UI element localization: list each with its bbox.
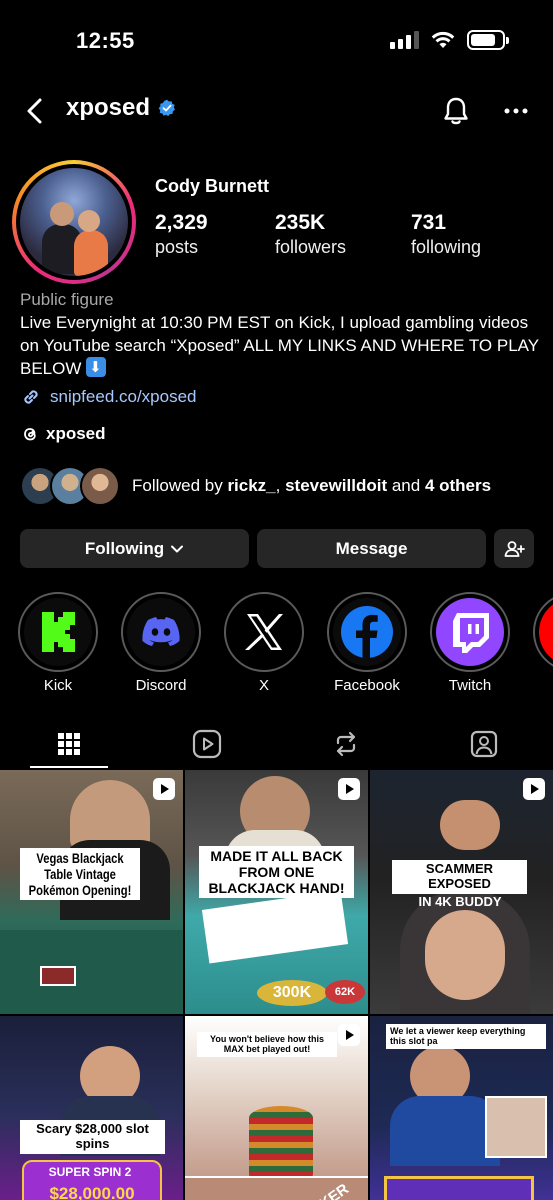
slot-banner: SUPER SPIN 2: [48, 1165, 132, 1179]
discord-icon: [127, 598, 195, 666]
reel-indicator-icon: [523, 778, 545, 800]
followers-count: 235K: [275, 211, 326, 234]
posts-label: posts: [155, 237, 199, 257]
message-button-label: Message: [335, 538, 408, 558]
wifi-icon: [431, 31, 455, 48]
post-caption: Scary $28,000 slot spins: [20, 1120, 165, 1154]
stat-following[interactable]: 731 following: [411, 210, 481, 258]
highlight-kick[interactable]: Kick: [16, 592, 100, 694]
grid-post[interactable]: Scary $28,000 slot spins SUPER SPIN 2 $2…: [0, 1016, 183, 1200]
tab-reposts[interactable]: [277, 720, 415, 768]
status-time: 12:55: [76, 28, 135, 53]
avatar-photo: [20, 168, 128, 276]
threads-handle: xposed: [46, 424, 106, 443]
link-icon: [24, 390, 38, 404]
more-options-button[interactable]: [499, 96, 533, 126]
post-caption: Vegas Blackjack Table Vintage Pokémon Op…: [20, 848, 140, 901]
profile-actions: Following Message: [20, 529, 534, 568]
post-caption: You won't believe how this MAX bet playe…: [197, 1032, 337, 1057]
profile-bio: Live Everynight at 10:30 PM EST on Kick,…: [20, 312, 540, 381]
profile-avatar[interactable]: [12, 160, 136, 284]
profile-tabs: [0, 720, 553, 768]
followers-label: followers: [275, 237, 347, 257]
highlight-twitch[interactable]: Twitch: [428, 592, 512, 694]
status-bar: 12:55: [0, 0, 553, 80]
followed-by-text: Followed by rickz_, stevewilldoit and 4 …: [132, 476, 492, 495]
display-name: Cody Burnett: [155, 176, 269, 196]
highlight-facebook[interactable]: Facebook: [325, 592, 409, 694]
profile-category: Public figure: [20, 290, 114, 309]
link-text: snipfeed.co/xposed: [50, 387, 197, 406]
verified-badge-icon: [158, 99, 176, 117]
suggested-users-button[interactable]: [494, 529, 534, 568]
highlight-label: Y: [531, 677, 553, 694]
highlight-label: Twitch: [448, 677, 492, 694]
highlight-label: Kick: [43, 677, 73, 694]
grid-post[interactable]: 300K 62K MADE IT ALL BACK FROM ONE BLACK…: [185, 770, 368, 1014]
grid-icon: [58, 733, 81, 755]
tab-reels[interactable]: [138, 720, 276, 768]
following-count: 731: [411, 211, 447, 234]
highlight-discord[interactable]: Discord: [119, 592, 203, 694]
highlight-x[interactable]: X: [222, 592, 306, 694]
grid-post[interactable]: You won't believe how this MAX bet playe…: [185, 1016, 368, 1200]
x-icon: [230, 598, 298, 666]
back-button[interactable]: [18, 94, 52, 128]
notification-bell-button[interactable]: [439, 94, 473, 128]
posts-count: 2,329: [155, 211, 208, 234]
add-user-icon: [504, 540, 525, 557]
story-highlights: Kick Discord X Facebook Twitch: [0, 592, 553, 702]
posts-grid: Vegas Blackjack Table Vintage Pokémon Op…: [0, 770, 553, 1200]
grid-post[interactable]: We let a viewer keep everything this slo…: [370, 1016, 553, 1200]
cellular-signal-icon: [390, 31, 419, 49]
reels-icon: [193, 729, 222, 759]
grid-post[interactable]: SCAMMER EXPOSED IN 4K BUDDY: [370, 770, 553, 1014]
kick-icon: [24, 598, 92, 666]
following-button[interactable]: Following: [20, 529, 249, 568]
repost-icon: [336, 731, 355, 757]
stat-posts[interactable]: 2,329 posts: [155, 210, 275, 258]
chip-label: 300K: [257, 980, 327, 1006]
threads-icon: [24, 428, 36, 441]
status-icons: [390, 30, 509, 50]
post-caption: MADE IT ALL BACK FROM ONE BLACKJACK HAND…: [199, 846, 354, 899]
profile-link[interactable]: snipfeed.co/xposed: [20, 386, 197, 408]
twitch-icon: [436, 598, 504, 666]
following-button-label: Following: [84, 538, 165, 558]
reel-indicator-icon: [153, 778, 175, 800]
tab-tagged[interactable]: [415, 720, 553, 768]
chip-label: 62K: [325, 980, 365, 1004]
highlight-label: Facebook: [334, 677, 400, 694]
top-nav: xposed: [0, 86, 553, 134]
followed-by[interactable]: Followed by rickz_, stevewilldoit and 4 …: [20, 466, 491, 506]
battery-icon: [467, 30, 509, 50]
reel-indicator-icon: [338, 1024, 360, 1046]
highlight-label: X: [258, 677, 269, 694]
mutual-avatar: [80, 466, 120, 506]
facebook-icon: [333, 598, 401, 666]
grid-post[interactable]: Vegas Blackjack Table Vintage Pokémon Op…: [0, 770, 183, 1014]
slot-amount: $28,000.00: [49, 1184, 135, 1200]
username: xposed: [66, 94, 151, 121]
mutual-avatars: [20, 466, 120, 506]
youtube-icon: [539, 598, 553, 666]
following-label: following: [411, 237, 482, 257]
tagged-person-icon: [470, 730, 497, 758]
chevron-down-icon: [171, 545, 184, 552]
threads-badge[interactable]: xposed: [20, 424, 106, 444]
highlight-label: Discord: [135, 677, 187, 694]
post-caption: SCAMMER EXPOSED: [392, 860, 527, 894]
post-subcaption: IN 4K BUDDY: [418, 894, 502, 909]
profile-stats: 2,329 posts 235K followers 731 following: [155, 210, 481, 258]
reel-indicator-icon: [338, 778, 360, 800]
down-arrow-emoji-icon: [86, 356, 107, 379]
highlight-youtube[interactable]: Y: [531, 592, 553, 694]
header-username: xposed: [66, 94, 176, 122]
post-caption: We let a viewer keep everything this slo…: [386, 1024, 546, 1049]
stat-followers[interactable]: 235K followers: [275, 210, 411, 258]
tab-posts-grid[interactable]: [0, 720, 138, 768]
message-button[interactable]: Message: [257, 529, 486, 568]
